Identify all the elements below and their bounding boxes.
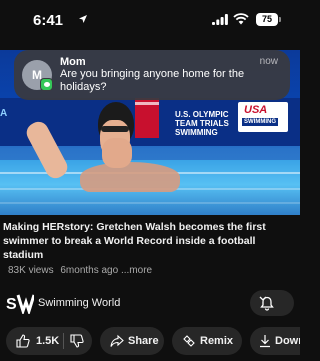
chevron-down-icon (259, 296, 267, 301)
wifi-icon (233, 13, 249, 25)
view-count: 83K views (8, 265, 54, 276)
download-icon (260, 335, 270, 348)
usa-swimming-logo: USA SWIMMING (238, 102, 288, 132)
notification-message: Are you bringing anyone home for the hol… (60, 68, 245, 93)
remix-button[interactable]: Remix (172, 327, 242, 355)
thumbs-down-icon[interactable] (70, 334, 84, 348)
swimmer-hands (102, 138, 132, 168)
video-title[interactable]: Making HERstory: Gretchen Walsh becomes … (3, 220, 297, 262)
swimming-logo-text: SWIMMING (242, 118, 278, 126)
thumbs-up-icon[interactable] (16, 334, 30, 348)
remix-label: Remix (200, 335, 234, 347)
youtube-watch-screen: 6:41 75 A U.S. OLYMPIC TEAM TRIALS SWIMM… (0, 0, 300, 361)
download-label: Download (275, 335, 300, 347)
status-time: 6:41 (33, 12, 64, 29)
svg-text:S: S (6, 296, 17, 313)
more-link[interactable]: ...more (121, 265, 152, 276)
banner-edge-text: A (0, 108, 8, 119)
like-divider (63, 333, 64, 349)
status-bar: 6:41 75 (0, 0, 300, 40)
channel-logo-icon[interactable]: S (6, 292, 34, 314)
notification-time: now (259, 56, 278, 67)
channel-name[interactable]: Swimming World (38, 297, 120, 309)
location-arrow-icon (79, 15, 87, 23)
upload-age: 6months ago (60, 265, 119, 276)
like-count[interactable]: 1.5K (36, 335, 59, 347)
notification-bell-button[interactable] (250, 290, 294, 316)
video-flag-stripe (135, 102, 159, 105)
swimmer-shoulders (80, 162, 180, 192)
team-trials-sign: U.S. OLYMPIC TEAM TRIALS SWIMMING (175, 110, 229, 137)
share-button[interactable]: Share (100, 327, 164, 355)
share-icon (110, 334, 124, 347)
swimmer-goggles (101, 126, 129, 132)
like-dislike-group: 1.5K (6, 327, 92, 355)
action-bar: 1.5K Share Remix Download (6, 327, 300, 355)
messages-app-icon (40, 78, 53, 91)
battery-indicator: 75 (256, 13, 281, 26)
remix-icon (183, 335, 195, 347)
share-label: Share (128, 335, 159, 347)
notification-sender: Mom (60, 56, 86, 68)
usa-logo-text: USA (244, 104, 268, 116)
water-ripple (0, 202, 300, 204)
message-notification[interactable]: M Mom now Are you bringing anyone home f… (14, 50, 290, 100)
cellular-signal-icon (212, 14, 228, 25)
video-meta[interactable]: 83K views 6months ago ...more (8, 265, 152, 276)
download-button[interactable]: Download (250, 327, 300, 355)
